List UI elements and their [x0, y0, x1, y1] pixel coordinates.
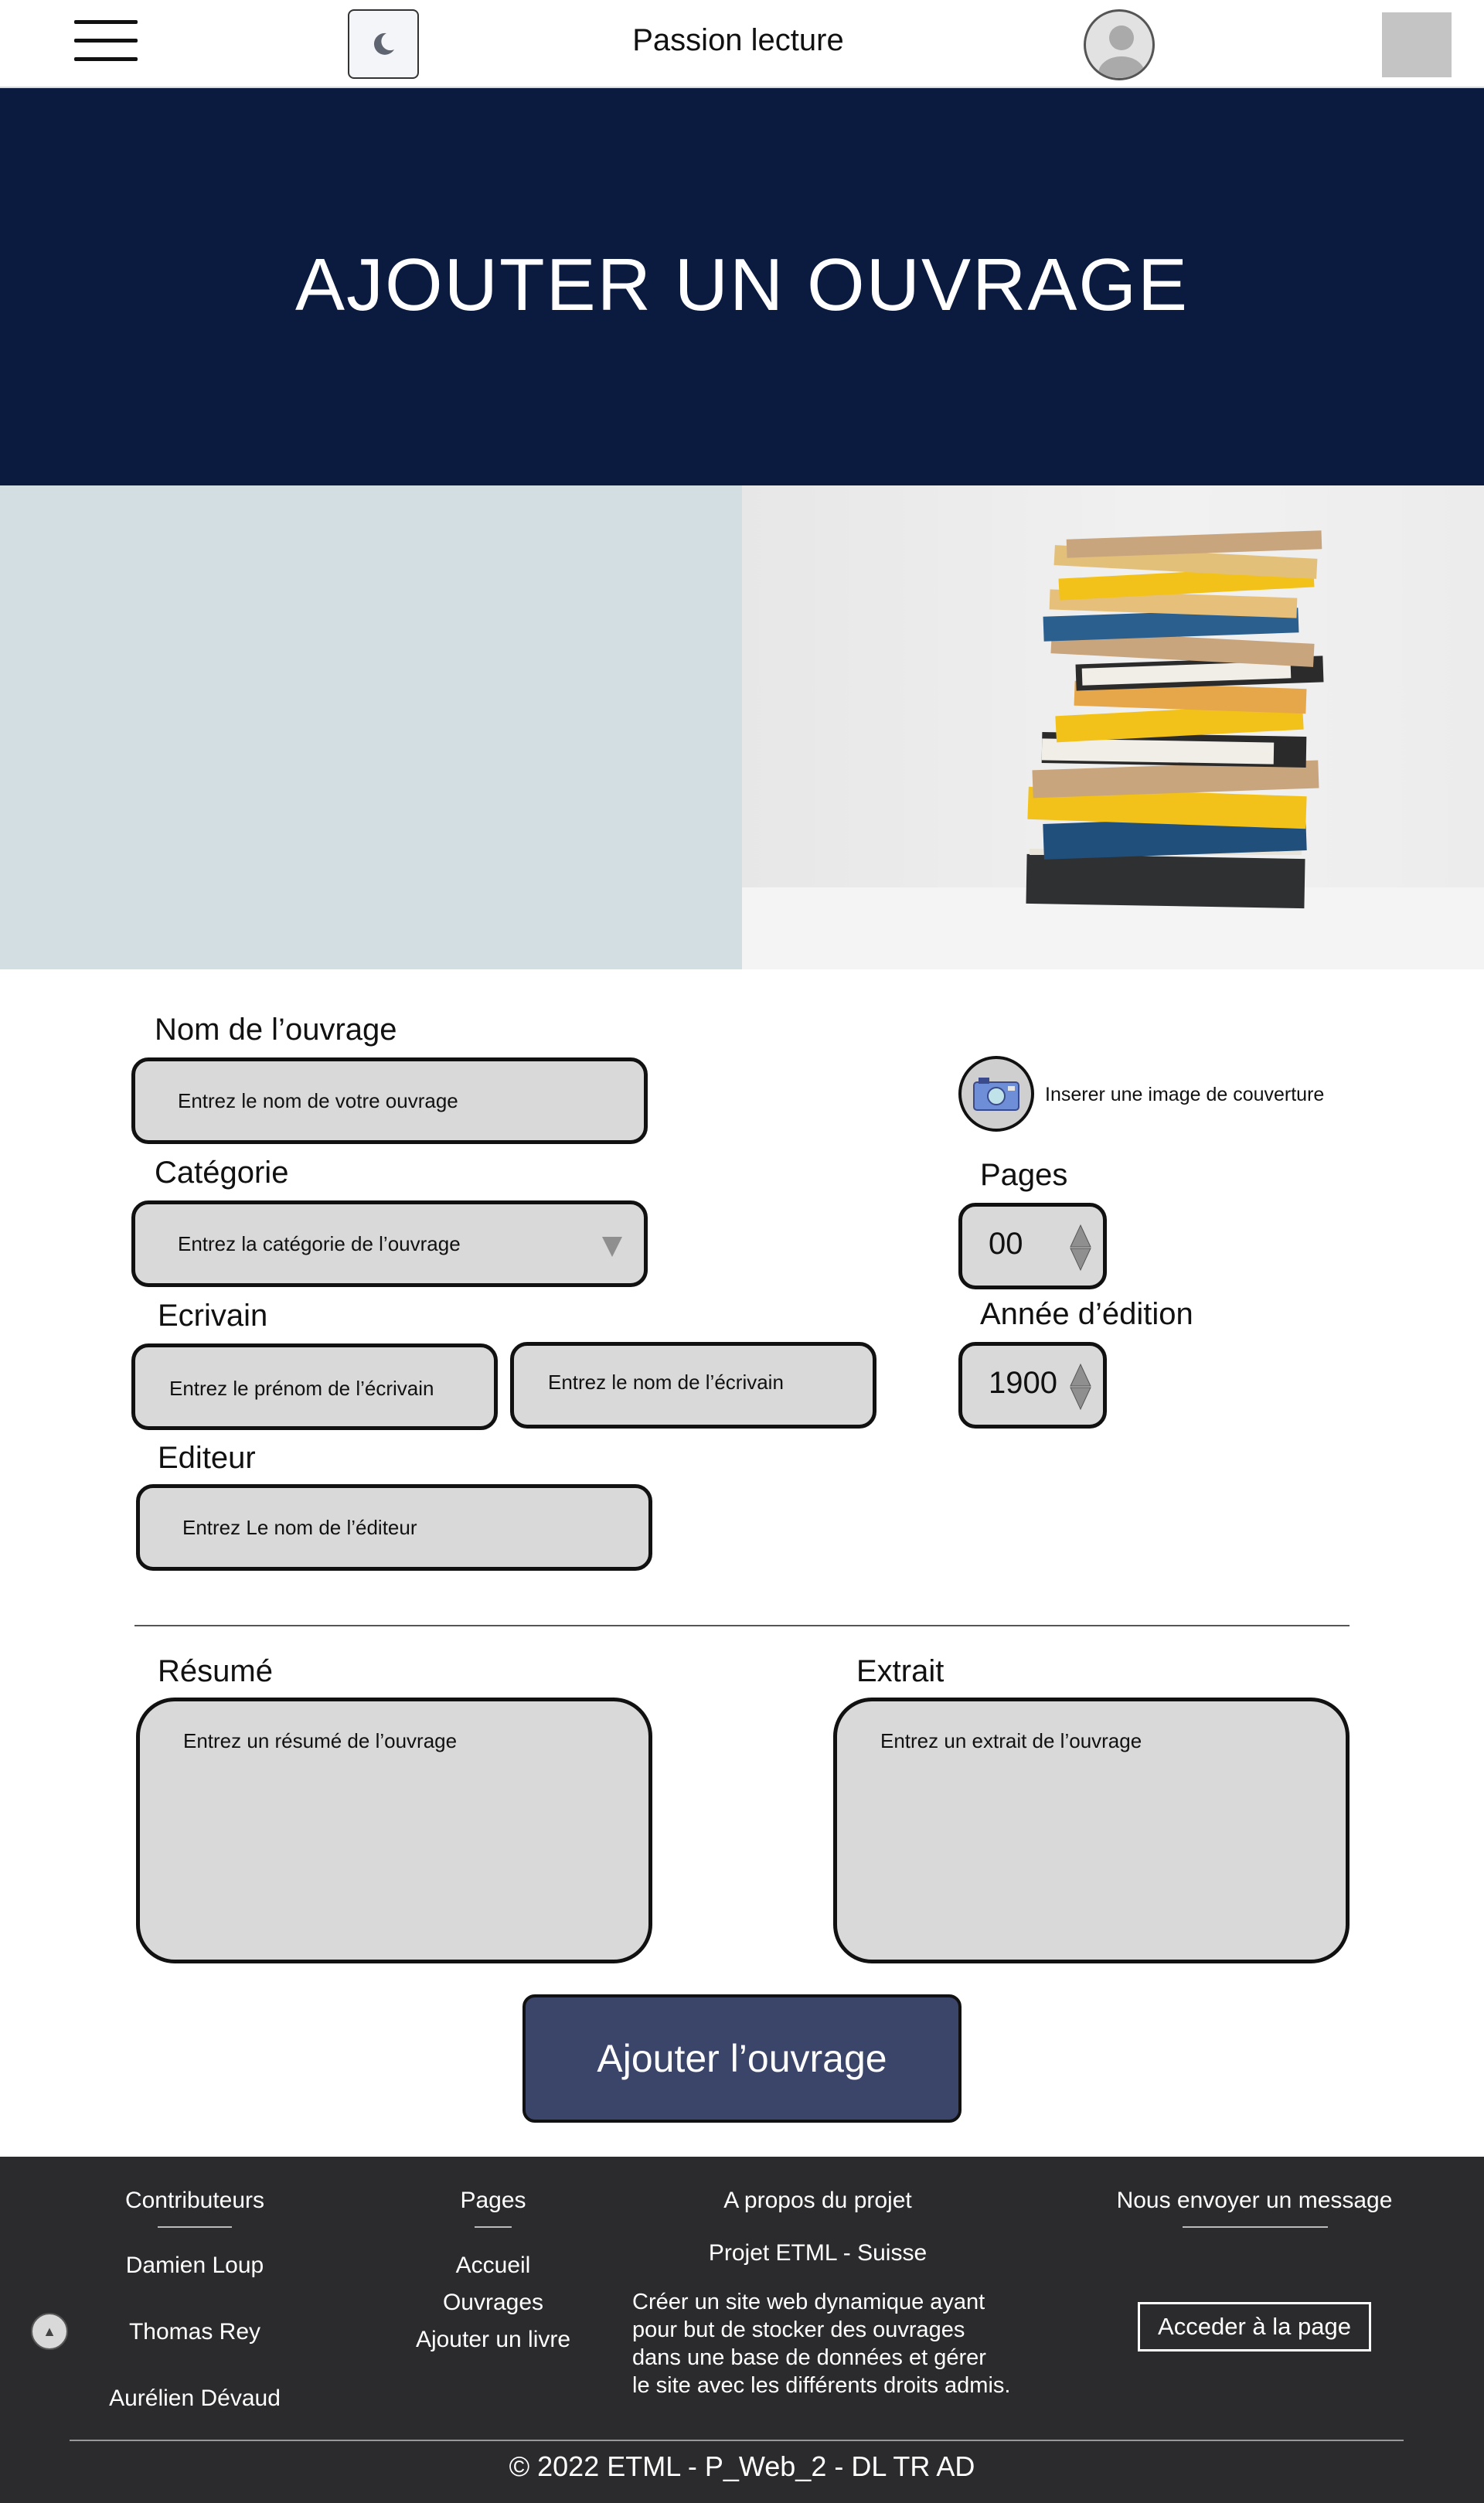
footer-about-subtitle: Projet ETML - Suisse: [708, 2240, 928, 2266]
nom-input[interactable]: Entrez le nom de votre ouvrage: [131, 1057, 648, 1144]
footer-about-title: A propos du projet: [723, 2188, 912, 2213]
submit-button[interactable]: Ajouter l’ouvrage: [522, 1994, 962, 2123]
cover-image-button[interactable]: [958, 1056, 1034, 1132]
footer: Contributeurs Damien Loup Thomas Rey Aur…: [0, 2157, 1484, 2503]
contributor-name: Damien Loup: [125, 2253, 264, 2278]
site-title: Passion lecture: [632, 23, 844, 57]
about-line: le site avec les différents droits admis…: [632, 2373, 1011, 2398]
footer-about-text: Créer un site web dynamique ayant pour b…: [632, 2288, 1065, 2399]
categorie-label: Catégorie: [155, 1156, 289, 1190]
placeholder-square[interactable]: [1382, 12, 1452, 77]
about-line: pour but de stocker des ouvrages: [632, 2317, 965, 2342]
resume-textarea[interactable]: Entrez un résumé de l’ouvrage: [136, 1698, 652, 1963]
footer-underline: [1183, 2226, 1328, 2228]
page-banner: AJOUTER UN OUVRAGE: [0, 88, 1484, 485]
copyright-text: © 2022 ETML - P_Web_2 - DL TR AD: [509, 2450, 975, 2482]
access-page-button[interactable]: Acceder à la page: [1138, 2302, 1371, 2351]
editeur-input[interactable]: Entrez Le nom de l’éditeur: [136, 1484, 652, 1571]
categorie-placeholder: Entrez la catégorie de l’ouvrage: [178, 1232, 461, 1255]
hamburger-menu-icon[interactable]: [74, 20, 138, 62]
footer-underline: [158, 2226, 232, 2228]
annee-stepper[interactable]: 1900: [958, 1342, 1107, 1429]
pages-stepper[interactable]: 00: [958, 1203, 1107, 1289]
about-line: Créer un site web dynamique ayant: [632, 2290, 985, 2314]
top-header: Passion lecture: [0, 0, 1484, 88]
footer-link-ouvrages[interactable]: Ouvrages: [377, 2290, 609, 2316]
about-line: dans une base de données et gérer: [632, 2345, 986, 2370]
nom-label: Nom de l’ouvrage: [155, 1013, 397, 1047]
moon-icon: [373, 32, 394, 55]
ecrivain-label: Ecrivain: [158, 1299, 268, 1333]
form-divider: [134, 1625, 1350, 1626]
footer-contributors-title: Contributeurs: [124, 2188, 265, 2213]
nom-placeholder: Entrez le nom de votre ouvrage: [178, 1089, 458, 1112]
footer-link-ajouter[interactable]: Ajouter un livre: [377, 2327, 609, 2353]
page-title: AJOUTER UN OUVRAGE: [294, 243, 1190, 326]
ecrivain-nom-placeholder: Entrez le nom de l’écrivain: [548, 1371, 784, 1394]
pages-label: Pages: [980, 1158, 1068, 1192]
ecrivain-prenom-input[interactable]: Entrez le prénom de l’écrivain: [131, 1343, 498, 1430]
scroll-top-button[interactable]: ▲: [31, 2313, 68, 2350]
categorie-select[interactable]: Entrez la catégorie de l’ouvrage: [131, 1200, 648, 1287]
footer-pages-title: Pages: [460, 2188, 526, 2213]
books-stack-image: [742, 485, 1484, 969]
contributor-name: Thomas Rey: [128, 2319, 261, 2345]
resume-placeholder: Entrez un résumé de l’ouvrage: [183, 1729, 458, 1752]
dropdown-arrow-icon: [602, 1237, 622, 1257]
theme-toggle-button[interactable]: [348, 9, 419, 79]
camera-icon: [973, 1078, 1019, 1111]
extrait-label: Extrait: [856, 1654, 945, 1688]
stepper-arrows-icon[interactable]: [1069, 1224, 1092, 1272]
annee-label: Année d’édition: [980, 1297, 1193, 1331]
annee-value: 1900: [989, 1366, 1057, 1400]
arrow-up-icon: ▲: [43, 2323, 56, 2339]
stepper-arrows-icon[interactable]: [1069, 1363, 1092, 1411]
ecrivain-prenom-placeholder: Entrez le prénom de l’écrivain: [169, 1377, 434, 1400]
contributor-name: Aurélien Dévaud: [109, 2386, 281, 2411]
hero-left-panel: [0, 485, 742, 969]
ecrivain-nom-input[interactable]: Entrez le nom de l’écrivain: [510, 1342, 876, 1429]
extrait-placeholder: Entrez un extrait de l’ouvrage: [880, 1729, 1142, 1752]
footer-message-title: Nous envoyer un message: [1116, 2188, 1393, 2213]
editeur-placeholder: Entrez Le nom de l’éditeur: [182, 1516, 417, 1539]
editeur-label: Editeur: [158, 1441, 256, 1475]
user-avatar-icon[interactable]: [1084, 9, 1155, 80]
resume-label: Résumé: [158, 1654, 273, 1688]
pages-value: 00: [989, 1227, 1023, 1261]
footer-separator: [70, 2440, 1404, 2441]
cover-image-label: Inserer une image de couverture: [1045, 1084, 1325, 1105]
footer-underline: [475, 2226, 512, 2228]
extrait-textarea[interactable]: Entrez un extrait de l’ouvrage: [833, 1698, 1350, 1963]
footer-link-accueil[interactable]: Accueil: [377, 2253, 609, 2279]
